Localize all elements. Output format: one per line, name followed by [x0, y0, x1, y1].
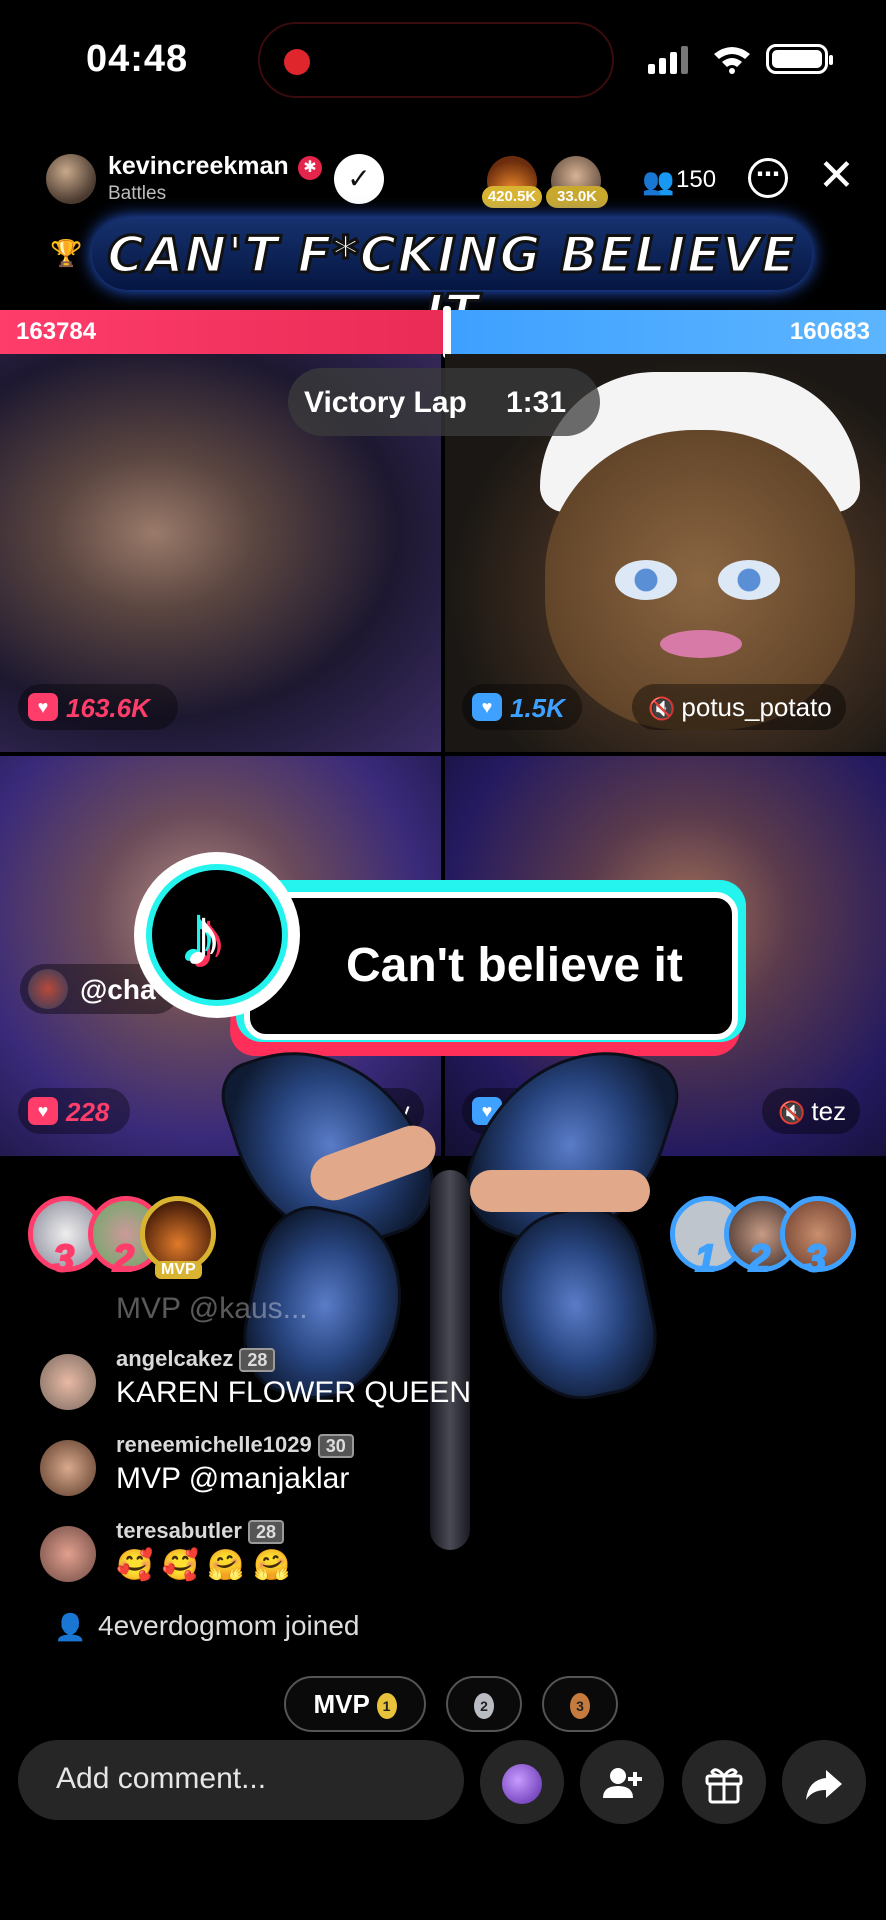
trophy-icon[interactable]: 🏆	[50, 238, 82, 269]
tile-1-likes: ♥ 163.6K	[18, 684, 178, 730]
tile-2-like-count: 1.5K	[510, 693, 565, 723]
top-viewer-count: 33.0K	[546, 186, 608, 208]
status-bar: 04:48	[0, 0, 886, 120]
tile-3-likes: ♥ 228	[18, 1088, 130, 1134]
heart-icon: ♥	[28, 1097, 58, 1125]
level-badge: 30	[317, 1434, 354, 1458]
tiktok-logo-icon: ♪	[146, 864, 288, 1006]
tile-1-like-count: 163.6K	[66, 693, 150, 723]
dynamic-island	[258, 22, 614, 98]
supporter-rank: 2	[748, 1237, 771, 1281]
stream-title-banner: CAN'T F*CKING BELIEVE IT	[92, 218, 812, 344]
avatar	[28, 969, 68, 1009]
avatar[interactable]	[40, 1354, 96, 1410]
gift-button[interactable]	[682, 1740, 766, 1824]
tile-2-likes: ♥ 1.5K	[462, 684, 582, 730]
battle-score-bar: 163784 160683	[0, 306, 886, 358]
following-check-button[interactable]: ✓	[334, 154, 384, 204]
score-divider	[443, 306, 451, 358]
top-viewer-count: 420.5K	[482, 186, 542, 208]
potato-mouth	[660, 630, 742, 658]
mvp-rank-chip[interactable]: MVP 1	[284, 1676, 426, 1732]
right-supporter-avatar[interactable]: 3	[780, 1196, 856, 1281]
close-button[interactable]: ✕	[818, 154, 855, 198]
battle-phase-label: Victory Lap	[304, 386, 467, 419]
avatar[interactable]	[40, 1440, 96, 1496]
victory-lap-timer: Victory Lap 1:31	[288, 368, 600, 436]
chat-username[interactable]: reneemichelle1029 30	[116, 1432, 354, 1458]
tile-2-username: potus_potato	[681, 692, 832, 722]
joined-notice: 4everdogmom joined	[98, 1610, 360, 1641]
add-friend-button[interactable]	[580, 1740, 664, 1824]
supporter-rank: 3	[804, 1237, 827, 1281]
viewers-icon[interactable]: 👥	[642, 166, 674, 197]
chat-message-faded: MVP @kaus...	[116, 1292, 308, 1325]
host-subtitle: Battles	[108, 183, 167, 204]
mvp-supporter-avatar[interactable]: MVP	[140, 1196, 216, 1279]
person-icon: 👤	[54, 1612, 87, 1642]
planet-icon	[502, 1763, 542, 1804]
mvp-chip-label: MVP	[313, 1689, 370, 1719]
status-time: 04:48	[86, 38, 189, 80]
battle-timer: 1:31	[506, 386, 567, 419]
tile-3-handle-text: @cha	[80, 974, 156, 1005]
potato-eye	[718, 560, 780, 600]
supporter-rank: 3	[52, 1237, 75, 1281]
third-rank-chip[interactable]: 3	[542, 1676, 618, 1732]
gold-medal-icon: 1	[376, 1693, 397, 1720]
muted-icon: 🔇	[778, 1100, 806, 1125]
overlay-banner: Can't believe it	[244, 892, 738, 1040]
comment-input[interactable]: Add comment...	[18, 1740, 464, 1820]
host-name[interactable]: kevincreekman	[108, 152, 289, 181]
bronze-medal-icon: 3	[570, 1693, 590, 1720]
muted-icon: 🔇	[648, 696, 676, 721]
avatar[interactable]	[40, 1526, 96, 1582]
supporter-rank: 2	[112, 1237, 135, 1281]
heart-icon: ♥	[28, 693, 58, 721]
tile-2-name[interactable]: 🔇 potus_potato	[632, 684, 846, 730]
chat-username[interactable]: teresabutler 28	[116, 1518, 284, 1544]
gift-icon	[705, 1768, 743, 1804]
viewer-count[interactable]: 150	[676, 166, 716, 194]
overlay-banner-text: Can't believe it	[346, 939, 683, 992]
planet-effects-button[interactable]	[480, 1740, 564, 1824]
chat-text: KAREN FLOWER QUEEN	[116, 1376, 472, 1409]
left-team-score: 163784	[16, 318, 97, 345]
wifi-icon	[714, 47, 750, 74]
share-button[interactable]	[782, 1740, 866, 1824]
right-team-score: 160683	[789, 318, 870, 345]
tile-4-username: tez	[811, 1096, 847, 1126]
recording-dot-icon	[284, 49, 310, 75]
butterfly-body	[430, 1170, 470, 1550]
potato-eye	[615, 560, 677, 600]
second-rank-chip[interactable]: 2	[446, 1676, 522, 1732]
butterfly-arm	[470, 1170, 650, 1212]
supporter-rank: 1	[694, 1237, 717, 1281]
battery-icon	[766, 44, 833, 74]
tile-4-name[interactable]: 🔇 tez	[762, 1088, 861, 1134]
heart-icon: ♥	[472, 693, 502, 721]
chat-username[interactable]: angelcakez 28	[116, 1346, 276, 1372]
chat-text: MVP @manjaklar	[116, 1462, 350, 1495]
tile-3-like-count: 228	[66, 1097, 110, 1127]
level-badge: 28	[247, 1520, 284, 1544]
share-icon	[806, 1769, 842, 1800]
host-badge-icon: ✱	[298, 156, 322, 180]
chat-text: 🥰 🥰 🤗 🤗	[116, 1549, 291, 1582]
music-note-icon: ♪	[182, 889, 224, 983]
add-friend-icon	[603, 1767, 642, 1798]
signal-icon	[648, 46, 688, 74]
more-options-button[interactable]: ⋯	[748, 158, 788, 198]
level-badge: 28	[239, 1348, 276, 1372]
host-avatar[interactable]	[46, 154, 96, 204]
mvp-badge: MVP	[155, 1261, 202, 1279]
silver-medal-icon: 2	[474, 1693, 494, 1720]
comment-placeholder: Add comment...	[56, 1762, 267, 1795]
